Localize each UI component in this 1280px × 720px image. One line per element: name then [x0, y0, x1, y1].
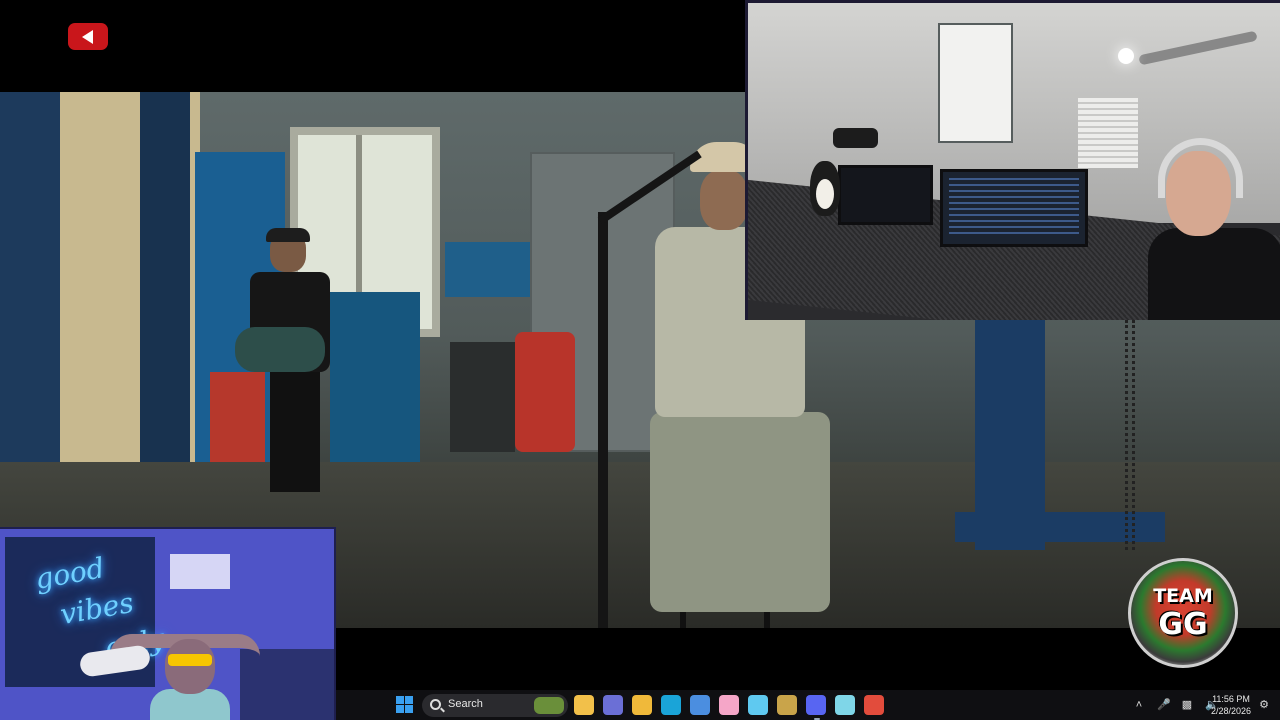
file-explorer-icon[interactable]	[574, 695, 594, 715]
windows-start-icon[interactable]	[396, 696, 413, 713]
blue-toolbox-2	[330, 292, 420, 462]
taskbar-search[interactable]: Search	[422, 694, 568, 717]
lift-post	[140, 92, 190, 512]
copilot-icon[interactable]	[748, 695, 768, 715]
monitor-right	[940, 169, 1088, 247]
blue-wall-band	[445, 242, 535, 297]
notification-icon[interactable]: ⚙	[1258, 699, 1270, 711]
taskbar: Search ˄ 🎤 ▩ 🔈 11:56 PM 2/28/2026 ⚙	[336, 690, 1280, 720]
teams-icon[interactable]	[603, 695, 623, 715]
webcam-streamer-right	[745, 0, 1280, 320]
youtube-icon[interactable]	[68, 23, 108, 50]
guitarist	[230, 228, 340, 492]
folder-icon[interactable]	[632, 695, 652, 715]
search-highlight-icon	[534, 697, 564, 714]
webcam-streamer-left: good vibes only	[0, 527, 336, 720]
kitchen-cabinet	[938, 23, 1013, 143]
clock-time: 11:56 PM	[1212, 694, 1250, 704]
chrome-icon[interactable]	[864, 695, 884, 715]
streamer-person-right	[1148, 133, 1280, 320]
network-icon[interactable]: ▩	[1181, 699, 1193, 711]
search-label: Search	[448, 698, 483, 710]
air-conditioner	[170, 554, 230, 589]
store-icon[interactable]	[690, 695, 710, 715]
system-tray: ˄ 🎤 ▩ 🔈	[1133, 690, 1219, 720]
team-gg-badge: TEAM GG	[1128, 558, 1238, 668]
chevron-up-icon[interactable]: ˄	[1133, 699, 1145, 711]
trash-can	[450, 342, 515, 452]
neon-text-1: good	[32, 551, 107, 596]
search-icon	[430, 699, 441, 710]
pink-app-icon[interactable]	[719, 695, 739, 715]
hoist-chain	[1125, 320, 1135, 550]
puzzle-app-icon[interactable]	[777, 695, 797, 715]
clock[interactable]: 11:56 PM 2/28/2026	[1206, 693, 1256, 717]
badge-line-2: GG	[1158, 607, 1208, 642]
monitor-left	[838, 165, 933, 225]
window-shutters	[1078, 98, 1138, 168]
discord-icon[interactable]	[806, 695, 826, 720]
streamer-person-left	[110, 624, 260, 720]
penguin-figurine	[810, 161, 840, 216]
microphone-icon[interactable]: 🎤	[1157, 699, 1171, 711]
webcam-device	[833, 128, 878, 148]
mic-stand	[598, 212, 608, 628]
edge-icon[interactable]	[661, 695, 681, 715]
clock-date: 2/28/2026	[1210, 706, 1252, 716]
badge-line-1: TEAM	[1153, 585, 1213, 607]
ceiling-light	[1118, 48, 1134, 64]
oil-drain	[515, 332, 575, 452]
notepad-icon[interactable]	[835, 695, 855, 715]
